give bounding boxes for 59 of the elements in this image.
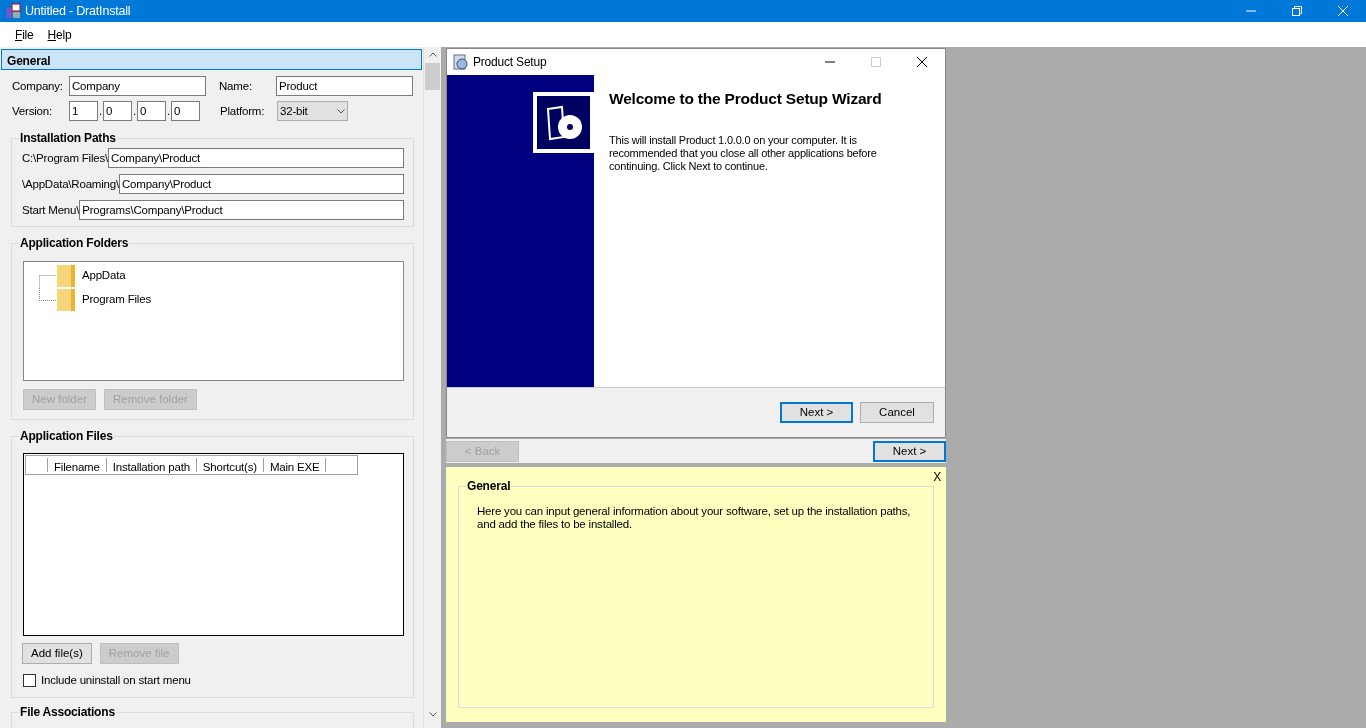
path-prefix: Start Menu\ — [22, 203, 80, 218]
path-field[interactable]: Programs\Company\Product — [79, 200, 404, 220]
version-field[interactable]: 0 — [137, 101, 166, 121]
name-field[interactable]: Product — [276, 76, 413, 96]
tree-item[interactable]: AppData — [82, 267, 126, 285]
group-title: General — [466, 479, 512, 493]
path-field[interactable]: Company\Product — [108, 148, 404, 168]
version-separator: . — [132, 104, 137, 119]
dialog-title: Product Setup — [473, 54, 547, 71]
path-field[interactable]: Company\Product — [118, 174, 404, 194]
column-header[interactable]: Main EXE — [263, 458, 327, 472]
window-title: Untitled - DratInstall — [25, 2, 131, 20]
checkbox[interactable] — [23, 674, 36, 688]
close-button[interactable]: X — [933, 470, 941, 484]
tree-item[interactable]: Program Files — [82, 291, 151, 309]
path-prefix: \AppData\Roaming\ — [22, 177, 119, 192]
dropdown-value: 32-bit — [280, 104, 308, 119]
welcome-text: This will install Product 1.0.0.0 on your computer. It is recommended that you close all other applications before continuing. Click Next to continue. — [609, 134, 878, 173]
menu-item[interactable]: Help — [40, 23, 79, 46]
field-label: Version: — [12, 104, 53, 119]
field-label: Company: — [12, 79, 64, 94]
tree-connector-icon — [39, 275, 56, 288]
folder-icon — [57, 289, 75, 311]
close-icon[interactable] — [917, 57, 927, 67]
checkbox-label: Include uninstall on start menu — [41, 673, 191, 688]
welcome-heading: Welcome to the Product Setup Wizard — [609, 90, 883, 108]
field-label: Platform: — [220, 104, 266, 119]
column-header[interactable]: Filename — [48, 458, 107, 472]
version-separator: . — [166, 104, 171, 119]
tree-connector-icon — [39, 288, 56, 301]
file-button[interactable]: Add file(s) — [22, 643, 92, 664]
menu-item[interactable]: File — [8, 23, 41, 46]
chevron-down-icon — [337, 108, 345, 114]
path-prefix: C:\Program Files\ — [22, 151, 109, 166]
app-icon — [5, 3, 21, 19]
dialog-button[interactable]: Next > — [780, 402, 853, 423]
dialog-button[interactable]: Cancel — [860, 402, 934, 423]
field-label: Name: — [219, 79, 253, 94]
folder-icon — [57, 265, 75, 287]
section-header[interactable]: General — [1, 49, 422, 70]
nav-button[interactable]: Next > — [873, 440, 946, 462]
group-title: File Associations — [19, 705, 116, 719]
version-field[interactable]: 0 — [171, 101, 200, 121]
restore-icon[interactable] — [1292, 6, 1302, 16]
setup-icon — [452, 54, 468, 70]
version-field[interactable]: 0 — [103, 101, 132, 121]
group-title: Installation Paths — [19, 131, 117, 145]
help-text: Here you can input general information about your software, set up the installation paths, and add the files to be installed. — [477, 505, 912, 531]
scroll-up-icon[interactable] — [428, 52, 437, 57]
platform-dropdown[interactable]: 32-bit — [277, 101, 348, 121]
group-title: Application Files — [19, 429, 114, 443]
company-field[interactable]: Company — [69, 76, 206, 96]
scroll-thumb[interactable] — [425, 63, 440, 90]
version-separator: . — [98, 104, 103, 119]
group-title: Application Folders — [19, 236, 130, 250]
version-field[interactable]: 1 — [69, 101, 98, 121]
scroll-down-icon[interactable] — [428, 712, 437, 717]
column-header[interactable]: Installation path — [106, 458, 197, 472]
column-header[interactable]: Shortcut(s) — [196, 458, 264, 472]
